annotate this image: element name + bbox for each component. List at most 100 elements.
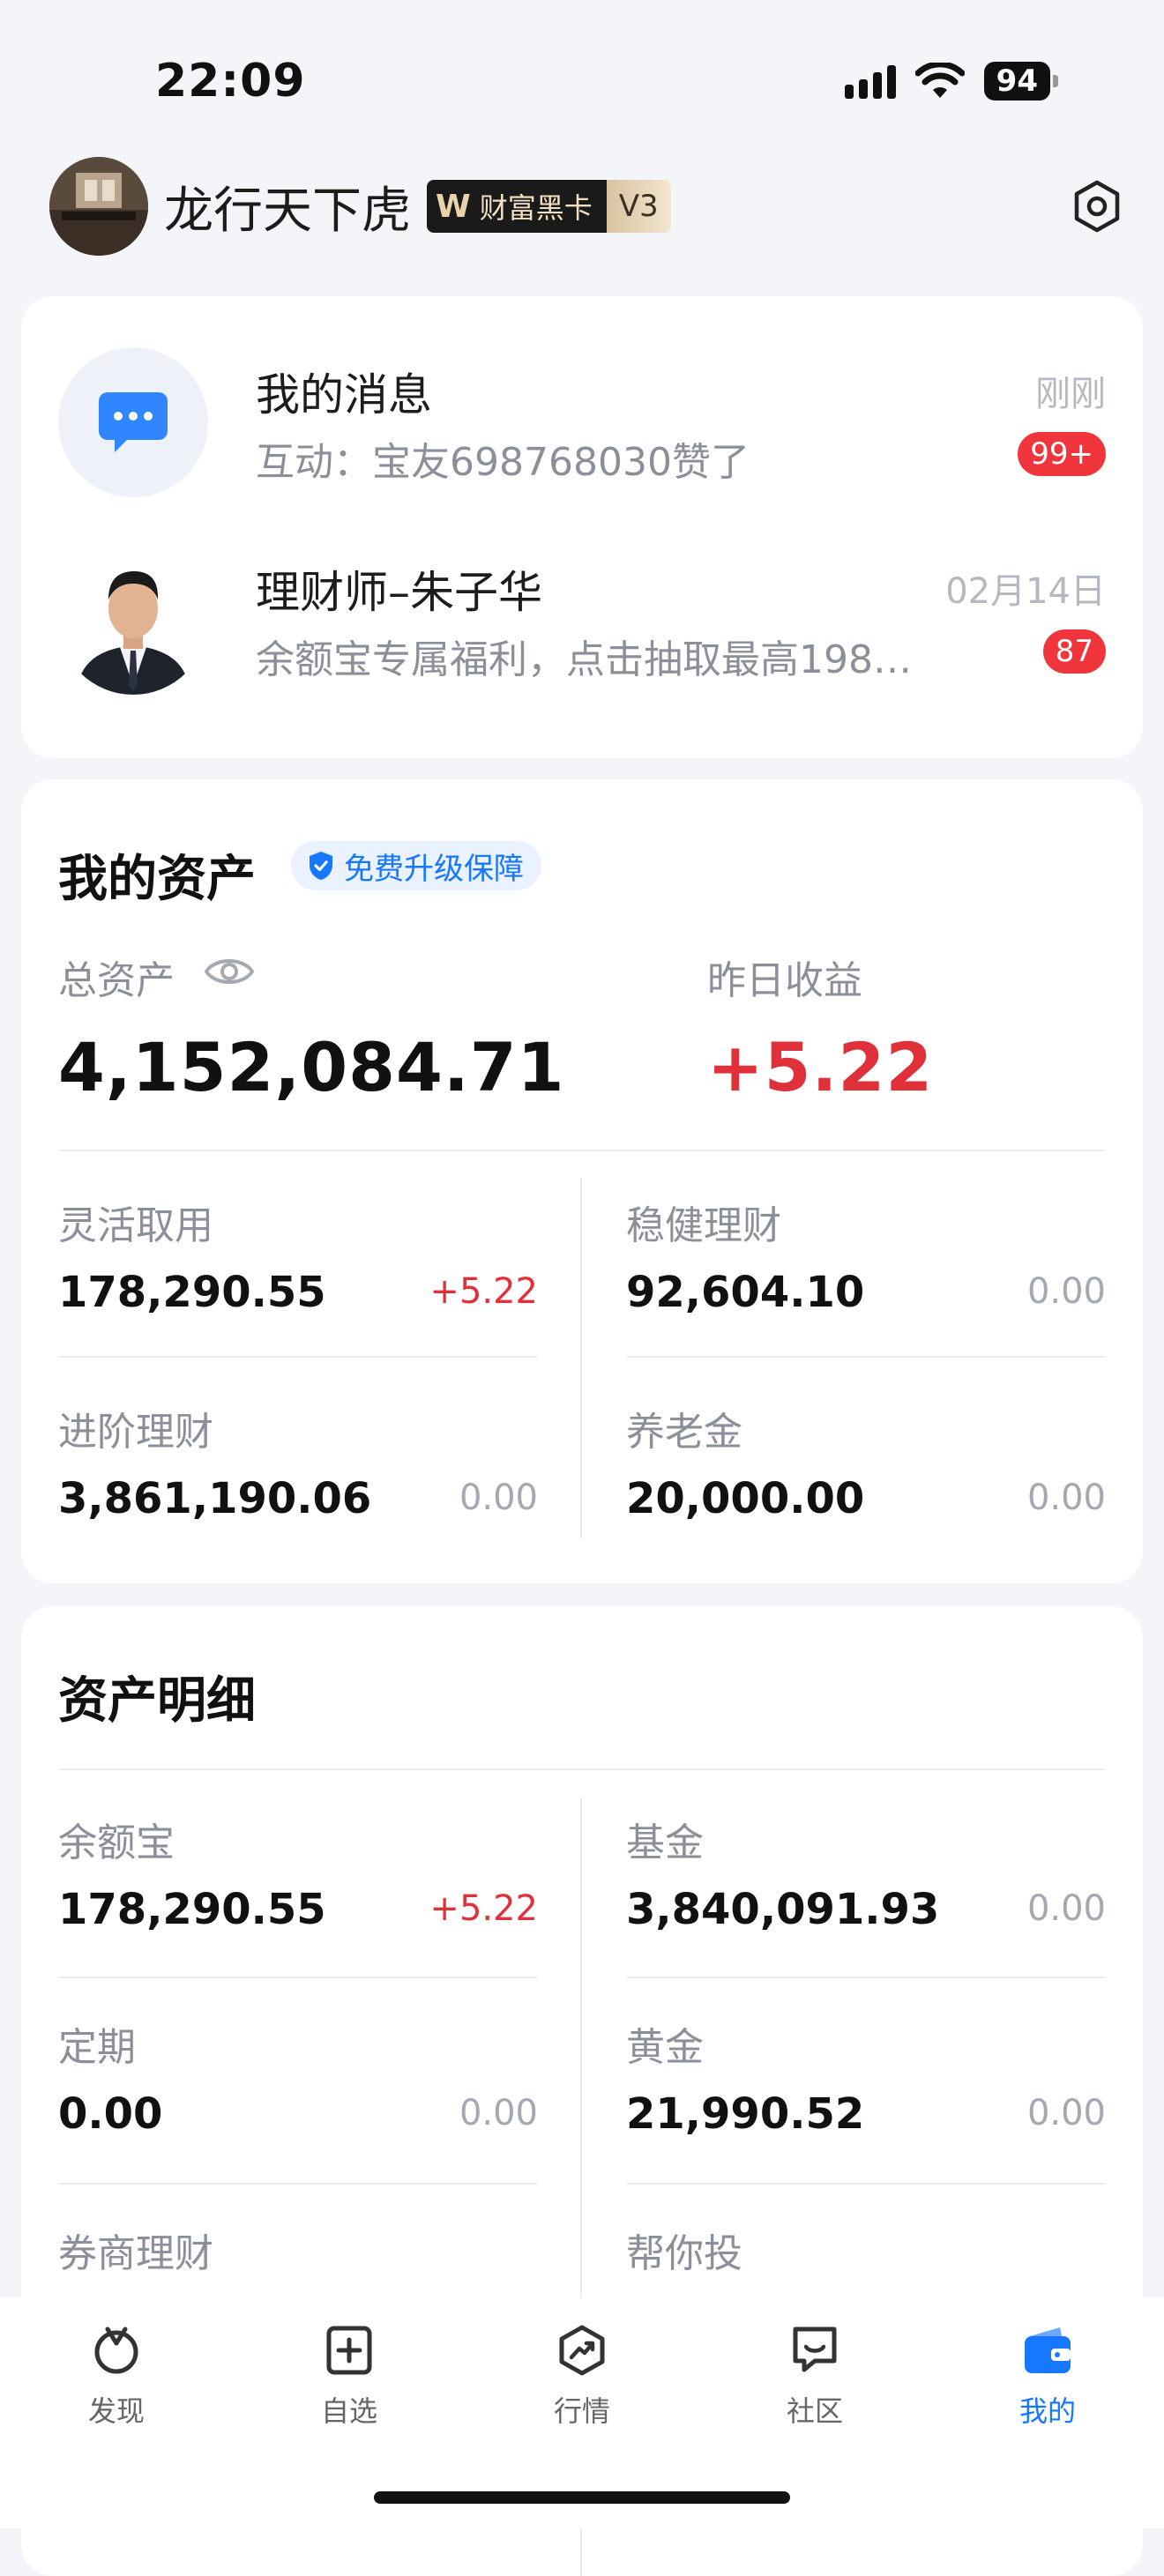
eye-visibility-icon[interactable]: [203, 952, 256, 991]
status-time: 22:09: [155, 55, 306, 108]
detail-item[interactable]: 基金 3,840,091.93 0.00: [626, 1811, 1106, 1987]
detail-item[interactable]: 余额宝 178,290.55 +5.22: [58, 1811, 538, 1987]
message-row-inbox[interactable]: 我的消息 互动：宝友698768030赞了 刚刚 99+: [58, 347, 1106, 497]
asset-item-value: 178,290.55: [58, 1268, 326, 1317]
vip-card-label: 财富黑卡: [479, 191, 593, 225]
detail-item-change: +5.22: [429, 1888, 538, 1929]
divider: [58, 1768, 1106, 1770]
detail-item-label: 余额宝: [58, 1820, 175, 1865]
vip-badge[interactable]: W 财富黑卡 V3: [427, 180, 671, 233]
asset-item-label: 灵活取用: [58, 1203, 213, 1248]
divider: [58, 2183, 538, 2185]
asset-item-value: 3,861,190.06: [58, 1474, 372, 1523]
divider: [626, 2183, 1106, 2185]
asset-item-label: 养老金: [626, 1410, 742, 1455]
guarantee-label: 免费升级保障: [344, 851, 524, 887]
divider: [58, 1977, 538, 1978]
asset-item[interactable]: 进阶理财 3,861,190.06 0.00: [58, 1400, 538, 1576]
battery-level: 94: [983, 62, 1050, 101]
asset-item[interactable]: 养老金 20,000.00 0.00: [626, 1400, 1106, 1576]
detail-item-change: 0.00: [1026, 2093, 1106, 2133]
status-bar: 22:09 94: [0, 0, 1164, 150]
yesterday-earnings-label: 昨日收益: [707, 958, 862, 1003]
shield-check-icon: [310, 852, 332, 880]
settings-hexagon-icon: [1074, 180, 1120, 233]
discover-icon: [94, 2327, 138, 2374]
advisor-message-time: 02月14日: [945, 571, 1106, 612]
tab-watchlist[interactable]: 自选: [233, 2324, 466, 2447]
wifi-icon: [914, 63, 965, 98]
detail-item-label: 券商理财: [58, 2231, 213, 2276]
message-subtitle: 互动：宝友698768030赞了: [256, 440, 750, 485]
detail-item[interactable]: 黄金 21,990.52 0.00: [626, 2015, 1106, 2192]
community-icon: [793, 2327, 837, 2372]
asset-item-label: 进阶理财: [58, 1410, 213, 1455]
status-indicators: 94: [844, 62, 1058, 101]
asset-item-change: +5.22: [429, 1271, 538, 1312]
asset-item[interactable]: 稳健理财 92,604.10 0.00: [626, 1194, 1106, 1370]
tab-market[interactable]: 行情: [466, 2324, 698, 2447]
asset-item-change: 0.00: [1026, 1271, 1106, 1312]
tab-label: 社区: [786, 2394, 843, 2428]
tab-community[interactable]: 社区: [698, 2324, 931, 2447]
tab-discover[interactable]: 发现: [0, 2324, 233, 2447]
advisor-unread-badge: 87: [1042, 629, 1106, 674]
asset-item-label: 稳健理财: [626, 1203, 781, 1248]
messages-card: 我的消息 互动：宝友698768030赞了 刚刚 99+ 理财师–朱子华 余额宝…: [21, 296, 1143, 758]
message-time: 刚刚: [1035, 374, 1106, 414]
advisor-subtitle: 余额宝专属福利，点击抽取最高198…: [256, 637, 912, 682]
settings-button[interactable]: [1069, 178, 1125, 235]
tab-label: 我的: [1018, 2394, 1076, 2428]
detail-item-label: 基金: [626, 1820, 704, 1865]
chat-bubble-icon: [99, 392, 168, 452]
message-title: 我的消息: [256, 369, 432, 421]
asset-detail-title: 资产明细: [58, 1672, 256, 1730]
divider-vertical: [580, 1178, 582, 1539]
username: 龙行天下虎: [164, 182, 411, 240]
advisor-photo: [58, 545, 208, 695]
home-indicator[interactable]: [374, 2491, 790, 2504]
asset-item-change: 0.00: [1026, 1478, 1106, 1518]
wallet-icon: [1025, 2327, 1071, 2373]
assets-card: 我的资产 免费升级保障 总资产 4,152,084.71 昨日收益 +5.22 …: [21, 779, 1143, 1583]
unread-badge: 99+: [1018, 432, 1106, 476]
message-icon-wrap: [58, 347, 208, 497]
add-watchlist-icon: [326, 2326, 372, 2375]
divider: [626, 1356, 1106, 1358]
asset-item-value: 92,604.10: [626, 1268, 865, 1317]
yesterday-earnings-value: +5.22: [707, 1028, 934, 1106]
tab-label: 行情: [553, 2394, 610, 2428]
battery-indicator: 94: [983, 62, 1058, 101]
message-row-advisor[interactable]: 理财师–朱子华 余额宝专属福利，点击抽取最高198… 02月14日 87: [58, 545, 1106, 695]
detail-item-change: 0.00: [459, 2093, 538, 2133]
avatar[interactable]: [49, 157, 148, 256]
asset-item[interactable]: 灵活取用 178,290.55 +5.22: [58, 1194, 538, 1370]
tab-label: 自选: [320, 2394, 377, 2428]
total-assets-label: 总资产: [58, 958, 175, 1003]
asset-item-change: 0.00: [459, 1478, 538, 1518]
divider: [626, 1977, 1106, 1978]
detail-item-value: 0.00: [58, 2089, 163, 2139]
detail-item-label: 黄金: [626, 2025, 704, 2070]
detail-item-value: 3,840,091.93: [626, 1885, 940, 1934]
detail-item[interactable]: 定期 0.00 0.00: [58, 2015, 538, 2192]
vip-level: V3: [606, 180, 671, 233]
advisor-title: 理财师–朱子华: [256, 567, 542, 618]
detail-item-label: 定期: [58, 2025, 136, 2070]
vip-logo-icon: W: [436, 188, 471, 225]
market-trend-icon: [559, 2325, 605, 2376]
detail-item-change: 0.00: [1026, 1888, 1106, 1929]
tab-label: 发现: [87, 2394, 145, 2428]
assets-title: 我的资产: [58, 851, 256, 908]
asset-item-value: 20,000.00: [626, 1474, 865, 1523]
detail-item-label: 帮你投: [626, 2231, 742, 2276]
profile-header: 龙行天下虎 W 财富黑卡 V3: [49, 155, 1125, 257]
guarantee-badge[interactable]: 免费升级保障: [291, 841, 541, 890]
divider: [58, 1150, 1106, 1151]
divider: [58, 1356, 538, 1358]
tab-mine[interactable]: 我的: [931, 2324, 1164, 2447]
total-assets-value: 4,152,084.71: [58, 1028, 565, 1106]
cellular-signal-icon: [844, 63, 896, 99]
detail-item-value: 21,990.52: [626, 2089, 865, 2139]
detail-item-value: 178,290.55: [58, 1885, 326, 1934]
